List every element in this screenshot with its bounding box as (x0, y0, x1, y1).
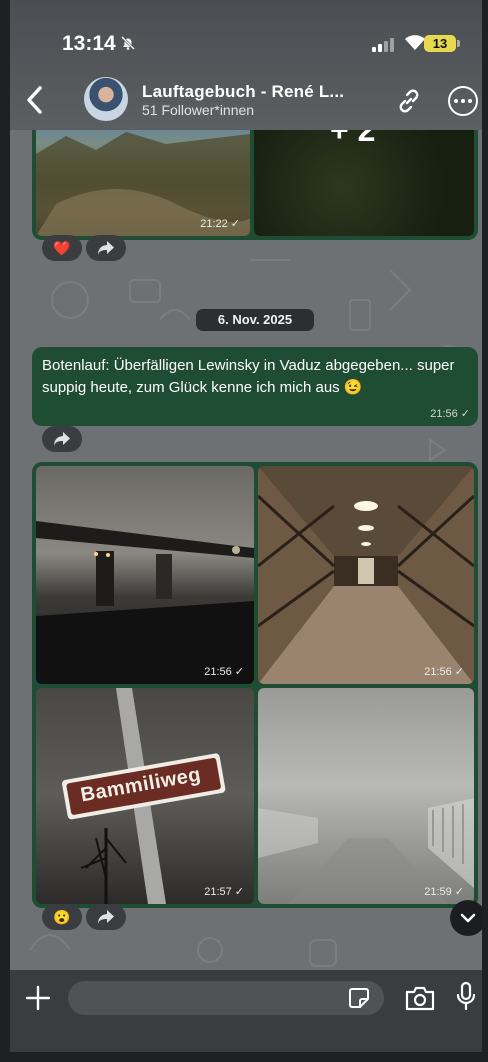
camera-icon[interactable] (404, 983, 436, 1013)
chat-header: 13:14 13 Lauftagebuch - René L... 51 Fol… (10, 0, 488, 130)
album1-photo-1[interactable]: 21:22 ✓ (36, 114, 250, 236)
microphone-icon[interactable] (456, 981, 476, 1013)
album2-photo-1[interactable]: 21:56 ✓ (36, 466, 254, 684)
text-message[interactable]: Botenlauf: Überfälligen Lewinsky in Vadu… (32, 347, 478, 426)
channel-avatar[interactable] (84, 77, 128, 121)
album2-photo-2-timestamp: 21:56 ✓ (424, 666, 464, 678)
signal-icon (372, 38, 394, 52)
link-icon[interactable] (394, 86, 424, 116)
forward-icon (54, 432, 70, 446)
composer-bar (10, 970, 488, 1062)
forward-button-3[interactable] (86, 904, 126, 930)
channel-title[interactable]: Lauftagebuch - René L... (142, 82, 344, 102)
album2-photo-2[interactable]: 21:56 ✓ (258, 466, 474, 684)
album2-photo-3-timestamp: 21:57 ✓ (204, 886, 244, 898)
reaction-pill-2[interactable]: 😮 (42, 904, 82, 930)
forward-button-1[interactable] (86, 235, 126, 261)
wifi-icon (404, 33, 426, 53)
more-options-icon[interactable] (448, 86, 478, 116)
album2-photo-1-timestamp: 21:56 ✓ (204, 666, 244, 678)
chevron-down-icon (460, 913, 476, 923)
plus-icon[interactable] (24, 984, 52, 1012)
channel-follower-count: 51 Follower*innen (142, 102, 255, 118)
left-frame-edge (0, 0, 10, 1062)
back-button[interactable] (22, 83, 48, 117)
battery-indicator: 13 (424, 35, 460, 52)
status-time: 13:14 (62, 32, 116, 55)
text-message-timestamp: 21:56 ✓ (430, 408, 470, 420)
chat-screen: 13:14 13 Lauftagebuch - René L... 51 Fol… (10, 0, 488, 1062)
sticker-icon[interactable] (348, 987, 370, 1009)
album1-timestamp: 21:22 ✓ (200, 218, 240, 230)
album1-overflow-tile[interactable]: + 2 (254, 114, 474, 236)
date-separator: 6. Nov. 2025 (196, 309, 314, 331)
silent-bell-icon (120, 35, 136, 54)
bottom-frame-edge (0, 1052, 488, 1062)
message-input[interactable] (68, 981, 384, 1015)
right-frame-edge (482, 0, 488, 1062)
album2-photo-3[interactable]: Bammiliweg 21:57 ✓ (36, 688, 254, 904)
heart-icon: ❤️ (53, 239, 71, 256)
forward-icon (98, 241, 114, 255)
scroll-to-bottom-button[interactable] (450, 900, 486, 936)
forward-button-2[interactable] (42, 426, 82, 452)
album-message-2: 21:56 ✓ 21:56 ✓ Bammiliweg 21:57 ✓ 21:59… (32, 462, 478, 908)
surprised-emoji-icon: 😮 (53, 908, 71, 925)
text-message-body: Botenlauf: Überfälligen Lewinsky in Vadu… (42, 357, 455, 396)
album2-photo-4[interactable]: 21:59 ✓ (258, 688, 474, 904)
reaction-pill-1[interactable]: ❤️ (42, 235, 82, 261)
forward-icon (98, 910, 114, 924)
album2-photo-4-timestamp: 21:59 ✓ (424, 886, 464, 898)
